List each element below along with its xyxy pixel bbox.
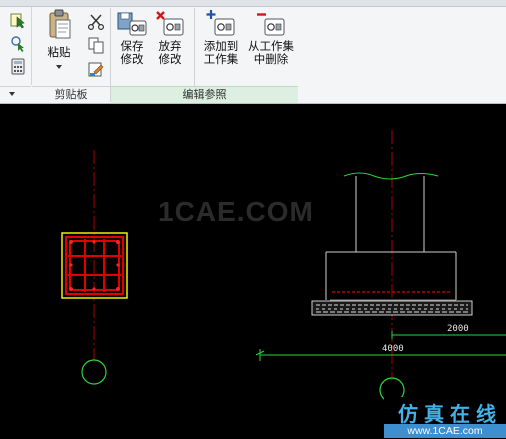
logo-chinese-text: 仿真在线	[398, 402, 502, 426]
site-logo: 仿真在线 www.1CAE.com	[384, 397, 506, 439]
dimension-text-2000: 2000	[447, 324, 469, 334]
watermark-text: 1CAE.COM	[158, 196, 314, 227]
foundation-label-box	[311, 300, 473, 316]
dimension-text-4000: 4000	[382, 344, 404, 354]
foundation-elevation	[325, 172, 457, 301]
logo-url: www.1CAE.com	[384, 424, 506, 438]
axis-bubble-left	[81, 359, 107, 385]
